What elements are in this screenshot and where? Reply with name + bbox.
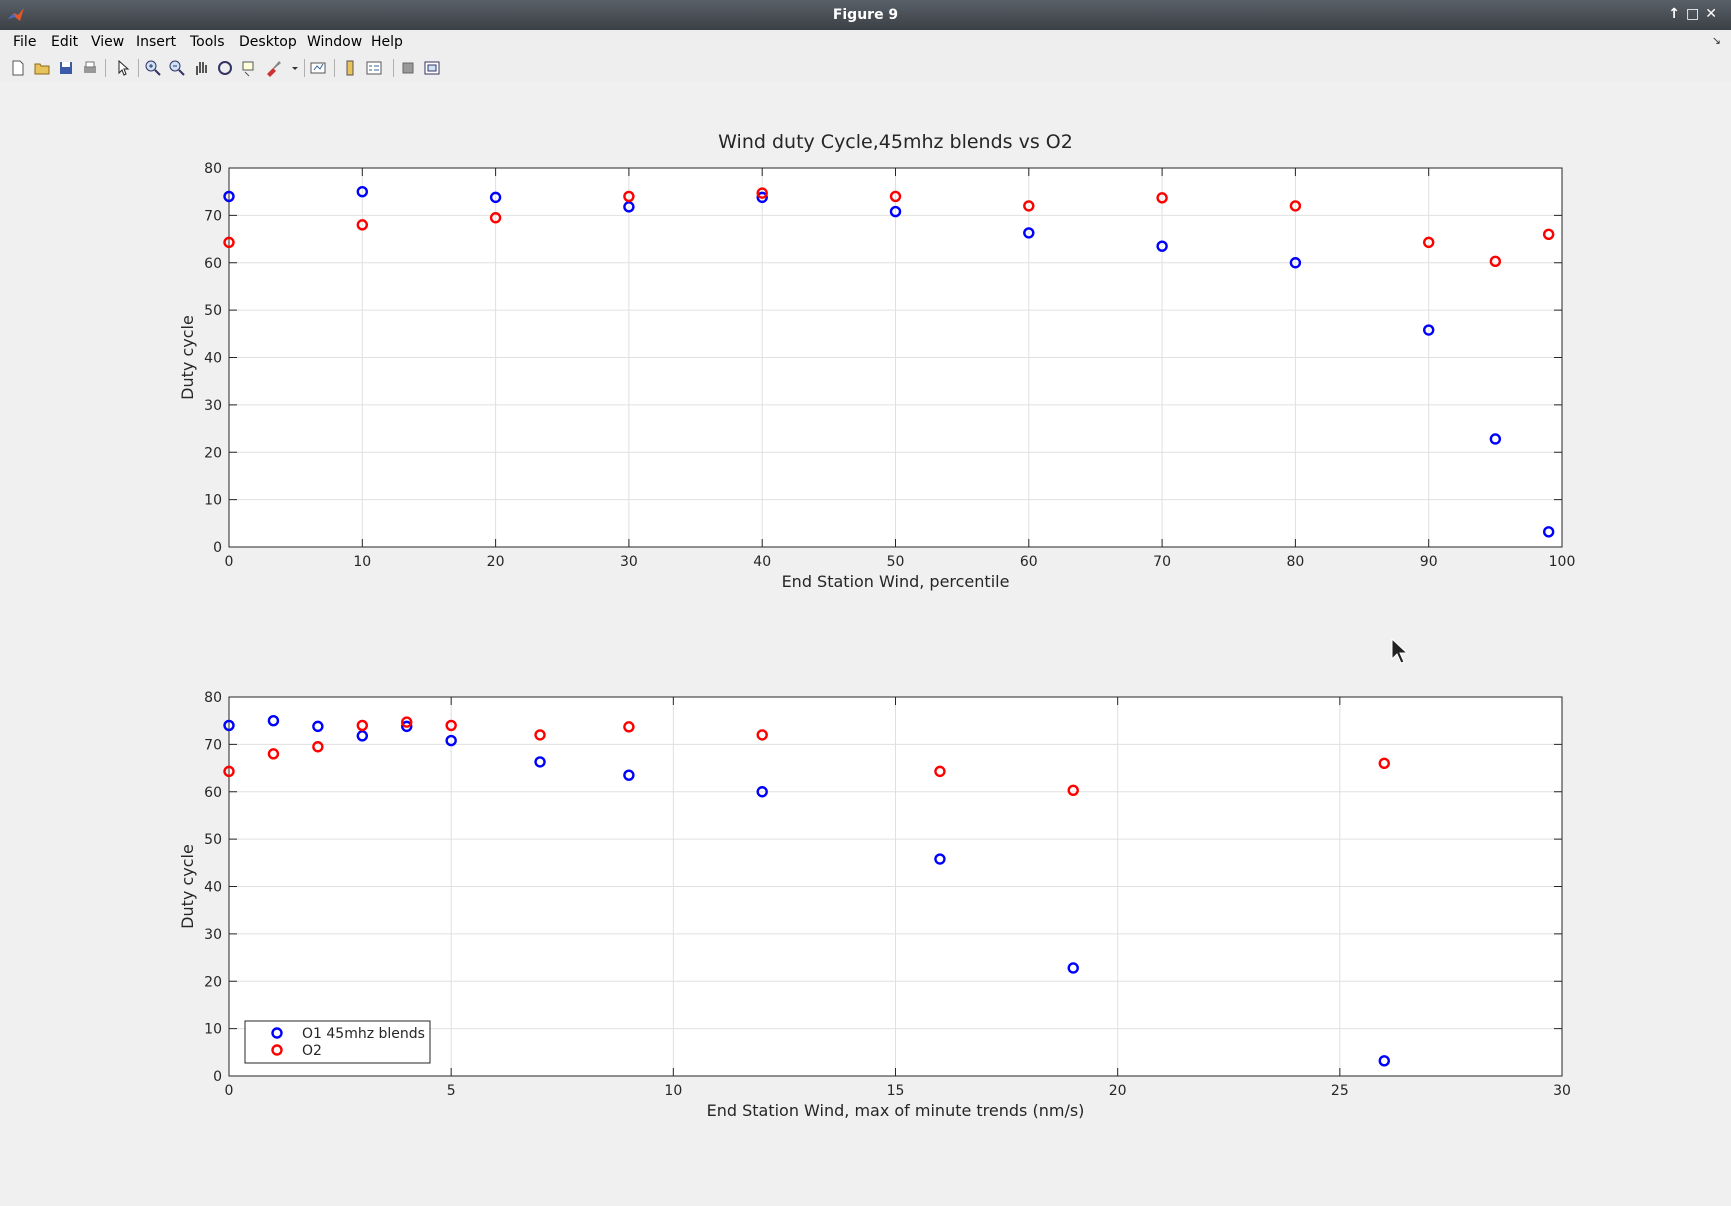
menu-bar: File Edit View Insert Tools Desktop Wind… (0, 30, 1731, 54)
y-tick-label: 10 (204, 493, 222, 509)
menu-edit[interactable]: Edit (51, 34, 78, 50)
x-axis-label: End Station Wind, max of minute trends (… (707, 1101, 1085, 1120)
zoom-out-icon[interactable] (167, 58, 187, 78)
dock-icon[interactable]: ↘ (1712, 34, 1721, 47)
close-icon[interactable]: ✕ (1705, 6, 1723, 22)
x-tick-label: 30 (620, 554, 638, 570)
y-tick-label: 30 (204, 927, 222, 943)
maximize-up-icon[interactable]: ↑ (1668, 6, 1686, 22)
print-icon[interactable] (80, 58, 100, 78)
legend-icon[interactable] (364, 58, 384, 78)
x-tick-label: 50 (887, 554, 905, 570)
show-plot-tools-icon[interactable] (422, 58, 442, 78)
menu-window[interactable]: Window (307, 34, 362, 50)
pan-hand-icon[interactable] (191, 58, 211, 78)
y-tick-label: 0 (213, 1069, 222, 1085)
chart-title: Wind duty Cycle,45mhz blends vs O2 (718, 131, 1073, 153)
x-tick-label: 0 (225, 554, 234, 570)
y-tick-label: 60 (204, 785, 222, 801)
menu-file[interactable]: File (13, 34, 36, 50)
y-tick-label: 0 (213, 540, 222, 556)
y-tick-label: 30 (204, 398, 222, 414)
y-tick-label: 50 (204, 832, 222, 848)
figure-canvas: 0 10 20 30 40 50 60 70 80 90 100 0 10 20 30 40 50 60 70 80 W… (0, 82, 1731, 1206)
x-tick-label: 15 (887, 1083, 905, 1099)
y-tick-label: 10 (204, 1022, 222, 1038)
plot-area[interactable]: 0 10 20 30 40 50 60 70 80 90 10001020304050607080W… (0, 82, 1731, 1206)
y-tick-label: 80 (204, 161, 222, 177)
x-tick-label: 20 (487, 554, 505, 570)
x-tick-label: 70 (1153, 554, 1171, 570)
y-tick-label: 40 (204, 351, 222, 367)
x-tick-label: 5 (447, 1083, 456, 1099)
x-tick-label: 25 (1331, 1083, 1349, 1099)
x-tick-label: 30 (1553, 1083, 1571, 1099)
save-icon[interactable] (56, 58, 76, 78)
menu-view[interactable]: View (91, 34, 124, 50)
y-tick-label: 40 (204, 880, 222, 896)
y-axis-label: Duty cycle (178, 315, 197, 400)
y-tick-label: 70 (204, 208, 222, 224)
legend-label-2: O2 (302, 1043, 322, 1059)
colorbar-icon[interactable] (340, 58, 360, 78)
open-folder-icon[interactable] (32, 58, 52, 78)
y-tick-label: 60 (204, 256, 222, 272)
window-titlebar: Figure 9 ↑□✕ (0, 0, 1731, 30)
menu-insert[interactable]: Insert (136, 34, 176, 50)
brush-dropdown-icon[interactable] (285, 58, 298, 78)
x-axis-label: End Station Wind, percentile (782, 572, 1010, 591)
x-tick-label: 100 (1549, 554, 1576, 570)
y-tick-label: 70 (204, 737, 222, 753)
x-tick-label: 20 (1109, 1083, 1127, 1099)
y-tick-label: 50 (204, 303, 222, 319)
menu-tools[interactable]: Tools (190, 34, 225, 50)
y-tick-label: 80 (204, 690, 222, 706)
new-file-icon[interactable] (8, 58, 28, 78)
menu-help[interactable]: Help (371, 34, 403, 50)
window-title: Figure 9 (832, 7, 899, 23)
brush-icon[interactable] (263, 58, 283, 78)
pointer-icon[interactable] (113, 58, 133, 78)
data-cursor-icon[interactable] (239, 58, 259, 78)
x-tick-label: 80 (1286, 554, 1304, 570)
toolbar-separator (105, 59, 106, 77)
window-controls: ↑□✕ (1668, 6, 1723, 22)
x-tick-label: 90 (1420, 554, 1438, 570)
x-tick-label: 10 (664, 1083, 682, 1099)
toolbar-separator (334, 59, 335, 77)
toolbar-separator (138, 59, 139, 77)
x-tick-label: 60 (1020, 554, 1038, 570)
figure-toolbar (0, 54, 1731, 83)
toolbar-separator (393, 59, 394, 77)
y-tick-label: 20 (204, 974, 222, 990)
y-tick-label: 20 (204, 445, 222, 461)
zoom-in-icon[interactable] (143, 58, 163, 78)
toolbar-separator (304, 59, 305, 77)
y-axis-label: Duty cycle (178, 844, 197, 929)
link-plot-icon[interactable] (308, 58, 328, 78)
restore-icon[interactable]: □ (1686, 6, 1705, 22)
rotate-3d-icon[interactable] (215, 58, 235, 78)
hide-plot-tools-icon[interactable] (398, 58, 418, 78)
legend-label-1: O1 45mhz blends (302, 1026, 425, 1042)
menu-desktop[interactable]: Desktop (239, 34, 297, 50)
axes-top[interactable]: 0 10 20 30 40 50 60 70 80 90 100 0 10 20 30 40 50 60 70 80 W… (178, 131, 1575, 591)
axes-bottom[interactable]: 0 5 10 15 20 25 30 0 10 20 30 40 50 60 70 80 End Station… (178, 690, 1571, 1120)
x-tick-label: 10 (353, 554, 371, 570)
x-tick-label: 40 (753, 554, 771, 570)
mouse-pointer-icon (1391, 638, 1409, 664)
x-tick-label: 0 (225, 1083, 234, 1099)
